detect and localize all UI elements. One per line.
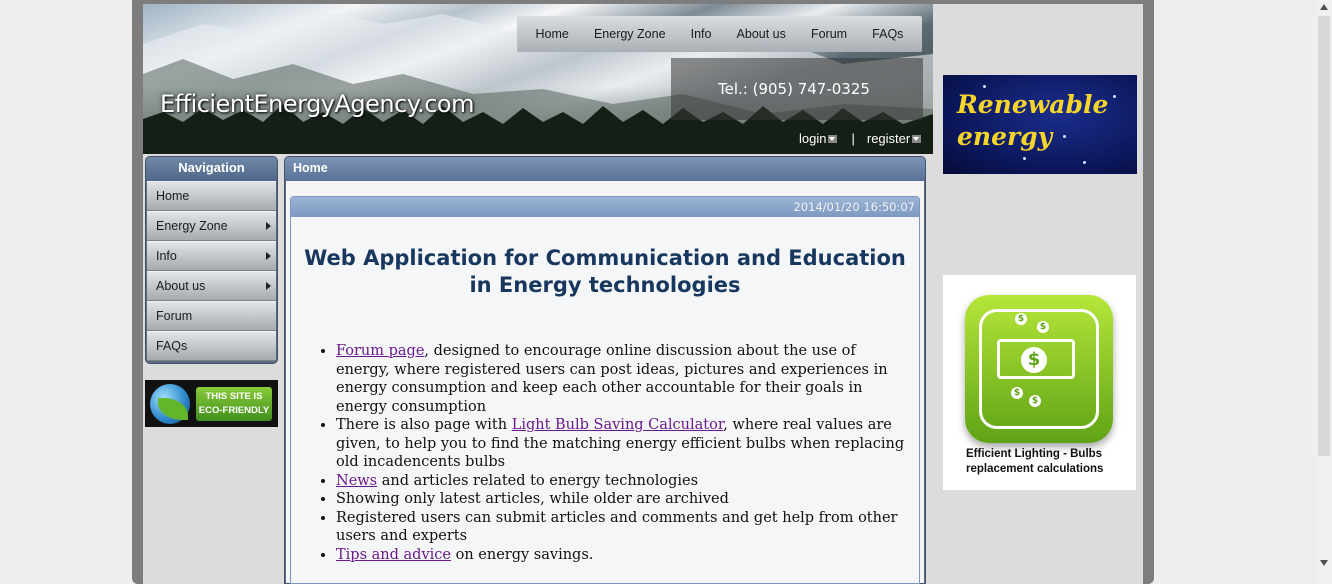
- renewable-energy-banner[interactable]: Renewable energy: [943, 75, 1137, 174]
- dollar-coin-icon: $: [1011, 387, 1023, 399]
- sidebar-item-home[interactable]: Home: [147, 181, 276, 211]
- list-item: News and articles related to energy tech…: [336, 472, 905, 491]
- auth-separator: |: [851, 131, 855, 146]
- topnav-energy-zone[interactable]: Energy Zone: [594, 27, 666, 41]
- chevron-right-icon: [266, 282, 271, 290]
- star-decoration: [1083, 161, 1086, 164]
- news-link[interactable]: News: [336, 473, 377, 489]
- globe-icon: [150, 383, 190, 424]
- sidebar-item-label: FAQs: [156, 339, 188, 353]
- sidebar-item-energy-zone[interactable]: Energy Zone: [147, 211, 276, 241]
- leaf-icon: [158, 397, 188, 420]
- eco-friendly-badge[interactable]: THIS SITE IS ECO-FRIENDLY: [145, 380, 278, 427]
- list-item: Forum page, designed to encourage online…: [336, 342, 905, 416]
- sidebar-item-label: Forum: [156, 309, 193, 323]
- bullet-text: Registered users can submit articles and…: [336, 509, 898, 545]
- bullet-text: and articles related to energy technolog…: [377, 472, 699, 489]
- money-icon: $ $ $ $ $: [965, 295, 1113, 443]
- chevron-right-icon: [266, 252, 271, 260]
- sidebar-item-faqs[interactable]: FAQs: [147, 331, 276, 361]
- article-title: Web Application for Communication and Ed…: [304, 246, 906, 297]
- sidebar-item-label: Info: [156, 249, 177, 263]
- tips-link[interactable]: Tips and advice: [336, 547, 451, 563]
- sidebar-item-forum[interactable]: Forum: [147, 301, 276, 331]
- list-item: Showing only latest articles, while olde…: [336, 490, 905, 509]
- sidebar-item-info[interactable]: Info: [147, 241, 276, 271]
- dollar-coin-icon: $: [1029, 395, 1041, 407]
- dollar-coin-icon: $: [1021, 347, 1047, 373]
- list-item: There is also page with Light Bulb Savin…: [336, 416, 905, 472]
- article-bullet-list: Forum page, designed to encourage online…: [335, 342, 919, 564]
- sidebar-item-label: Home: [156, 189, 190, 203]
- site-logo[interactable]: EfficientEnergyAgency.com: [160, 90, 475, 118]
- sidebar-navigation: Navigation Home Energy Zone Info About u…: [145, 156, 278, 364]
- register-label: register: [866, 131, 911, 146]
- scroll-up-arrow-icon[interactable]: [1320, 4, 1328, 10]
- topnav-home[interactable]: Home: [536, 27, 569, 41]
- dollar-coin-icon: $: [1037, 321, 1049, 333]
- login-link[interactable]: login: [799, 131, 838, 146]
- sidebar-item-label: Energy Zone: [156, 219, 228, 233]
- chevron-down-icon: [828, 134, 838, 143]
- list-item: Registered users can submit articles and…: [336, 509, 905, 546]
- topnav-about-us[interactable]: About us: [737, 27, 786, 41]
- login-label: login: [799, 131, 827, 146]
- scroll-thumb[interactable]: [1318, 16, 1330, 456]
- topnav-forum[interactable]: Forum: [811, 27, 847, 41]
- list-item: Tips and advice on energy savings.: [336, 546, 905, 565]
- renewable-energy-text: Renewable energy: [957, 90, 1109, 151]
- sidebar-item-about-us[interactable]: About us: [147, 271, 276, 301]
- efficient-lighting-caption: Efficient Lighting - Bulbs replacement c…: [966, 448, 1104, 475]
- sidebar-title: Navigation: [146, 157, 277, 181]
- bullet-prefix: There is also page with: [336, 417, 512, 433]
- star-decoration: [1023, 157, 1026, 160]
- dollar-coin-icon: $: [1015, 313, 1027, 325]
- forum-page-link[interactable]: Forum page: [336, 343, 424, 359]
- chevron-right-icon: [266, 222, 271, 230]
- efficient-lighting-banner[interactable]: $ $ $ $ $ Efficient Lighting - Bulbs rep…: [943, 275, 1136, 490]
- top-navigation: Home Energy Zone Info About us Forum FAQ…: [517, 16, 922, 52]
- bullet-text: Showing only latest articles, while olde…: [336, 491, 729, 507]
- topnav-faqs[interactable]: FAQs: [872, 27, 903, 41]
- sidebar-item-label: About us: [156, 279, 206, 293]
- register-link[interactable]: register: [866, 131, 922, 146]
- eco-badge-text: THIS SITE IS ECO-FRIENDLY: [196, 386, 272, 421]
- phone-number: Tel.: (905) 747-0325: [718, 80, 870, 98]
- calculator-link[interactable]: Light Bulb Saving Calculator: [512, 417, 724, 433]
- bullet-text: on energy savings.: [450, 546, 594, 563]
- star-decoration: [983, 85, 986, 88]
- scroll-down-arrow-icon[interactable]: [1320, 560, 1328, 566]
- chevron-down-icon: [912, 134, 922, 143]
- vertical-scrollbar[interactable]: [1316, 0, 1332, 584]
- article-panel: 2014/01/20 16:50:07 Web Application for …: [290, 196, 920, 584]
- topnav-info[interactable]: Info: [691, 27, 712, 41]
- auth-links: login | register: [799, 131, 922, 146]
- breadcrumb[interactable]: Home: [285, 157, 925, 181]
- article-timestamp: 2014/01/20 16:50:07: [291, 197, 919, 217]
